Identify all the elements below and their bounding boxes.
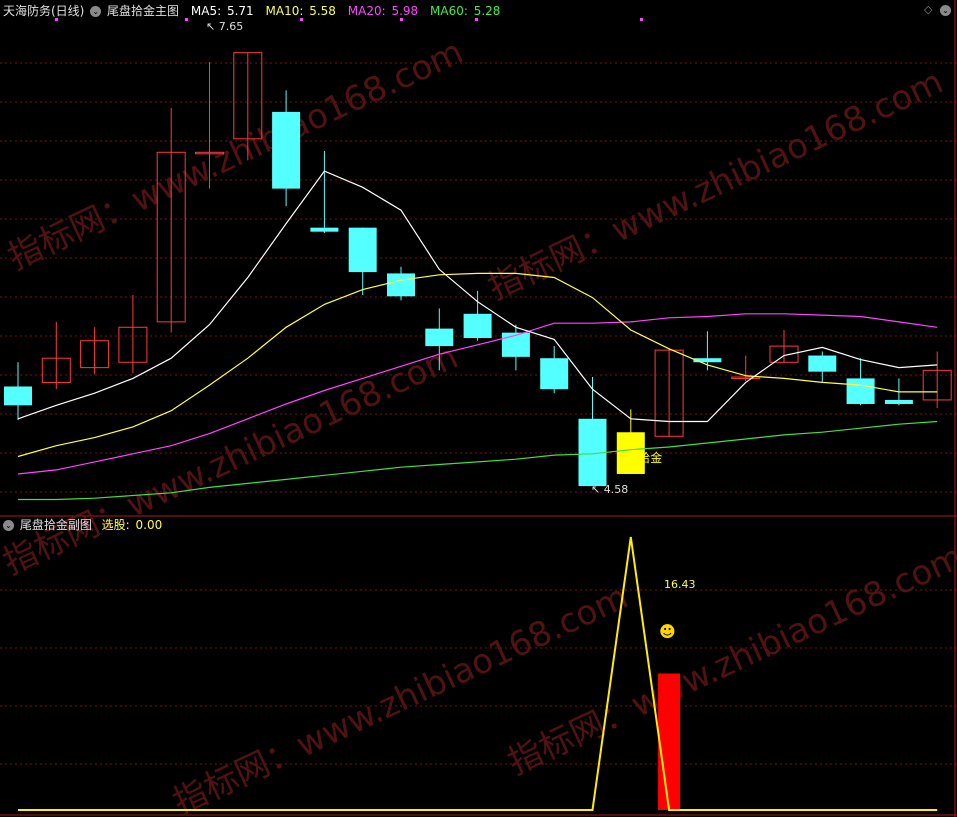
candle-body-down	[884, 399, 913, 404]
candle-body-down	[808, 355, 837, 372]
stock-name: 天海防务(日线)	[3, 4, 85, 18]
ma60-value: 5.28	[473, 4, 501, 18]
watermark-text: 指标网：www.zhibiao168.com	[0, 337, 464, 583]
collapse-circle-icon[interactable]: ⌄	[940, 3, 951, 16]
marker-dot	[185, 18, 188, 21]
marker-dot	[400, 18, 403, 21]
sub-indicator-name: 尾盘拾金副图	[19, 518, 92, 532]
ma10-value: 5.58	[309, 4, 336, 18]
candle-body-down	[501, 332, 530, 357]
marker-dot	[475, 18, 478, 21]
watermark-text: 指标网：www.zhibiao168.com	[2, 32, 469, 278]
sub-value-label: 16.43	[664, 578, 696, 591]
candle-body-down	[387, 273, 415, 297]
watermark-text: 指标网：www.zhibiao168.com	[167, 577, 634, 817]
xuangu-value: 0.00	[135, 518, 163, 532]
candle-body-down	[348, 227, 377, 273]
signal-label: ▲拾金	[629, 451, 663, 465]
xuangu-label: 选股:	[101, 518, 130, 532]
smiley-icon: ☻	[659, 622, 676, 641]
main-indicator-name: 尾盘拾金主图	[107, 4, 180, 18]
ma60-label: MA60:	[430, 4, 468, 18]
ma5-label: MA5:	[190, 4, 222, 18]
candle-body-down	[4, 386, 32, 406]
ma5-value: 5.71	[226, 4, 254, 18]
ma10-label: MA10:	[265, 4, 304, 18]
candle-body-down	[463, 313, 492, 339]
candle-body-down	[425, 328, 454, 347]
collapse-circle-icon[interactable]: ⌄	[90, 6, 102, 17]
diamond-icon[interactable]: ◇	[924, 3, 932, 16]
candle-body-down	[846, 378, 875, 404]
marker-dot	[640, 18, 643, 21]
sub-bar	[658, 673, 681, 810]
ma20-label: MA20:	[347, 4, 386, 18]
marker-dot	[55, 18, 58, 21]
watermark-text: 指标网：www.zhibiao168.com	[502, 537, 957, 783]
candle-body-down	[540, 358, 569, 390]
sub-header: ⌄ 尾盘拾金副图 选股: 0.00	[3, 518, 164, 532]
ma20-value: 5.98	[391, 4, 419, 18]
main-header: 天海防务(日线) ⌄ 尾盘拾金主图 MA5: 5.71 MA10: 5.58 M…	[3, 4, 502, 18]
watermark-text: 指标网：www.zhibiao168.com	[482, 62, 949, 308]
chart-canvas: 指标网：www.zhibiao168.com 指标网：www.zhibiao168…	[0, 0, 957, 817]
candle-body-down	[272, 111, 301, 189]
marker-dot	[300, 18, 303, 21]
candle-body-down	[310, 227, 339, 232]
high-price-label: ↖ 7.65	[206, 20, 244, 33]
low-price-label: ↖ 4.58	[591, 483, 629, 496]
collapse-circle-icon[interactable]: ⌄	[3, 520, 14, 531]
